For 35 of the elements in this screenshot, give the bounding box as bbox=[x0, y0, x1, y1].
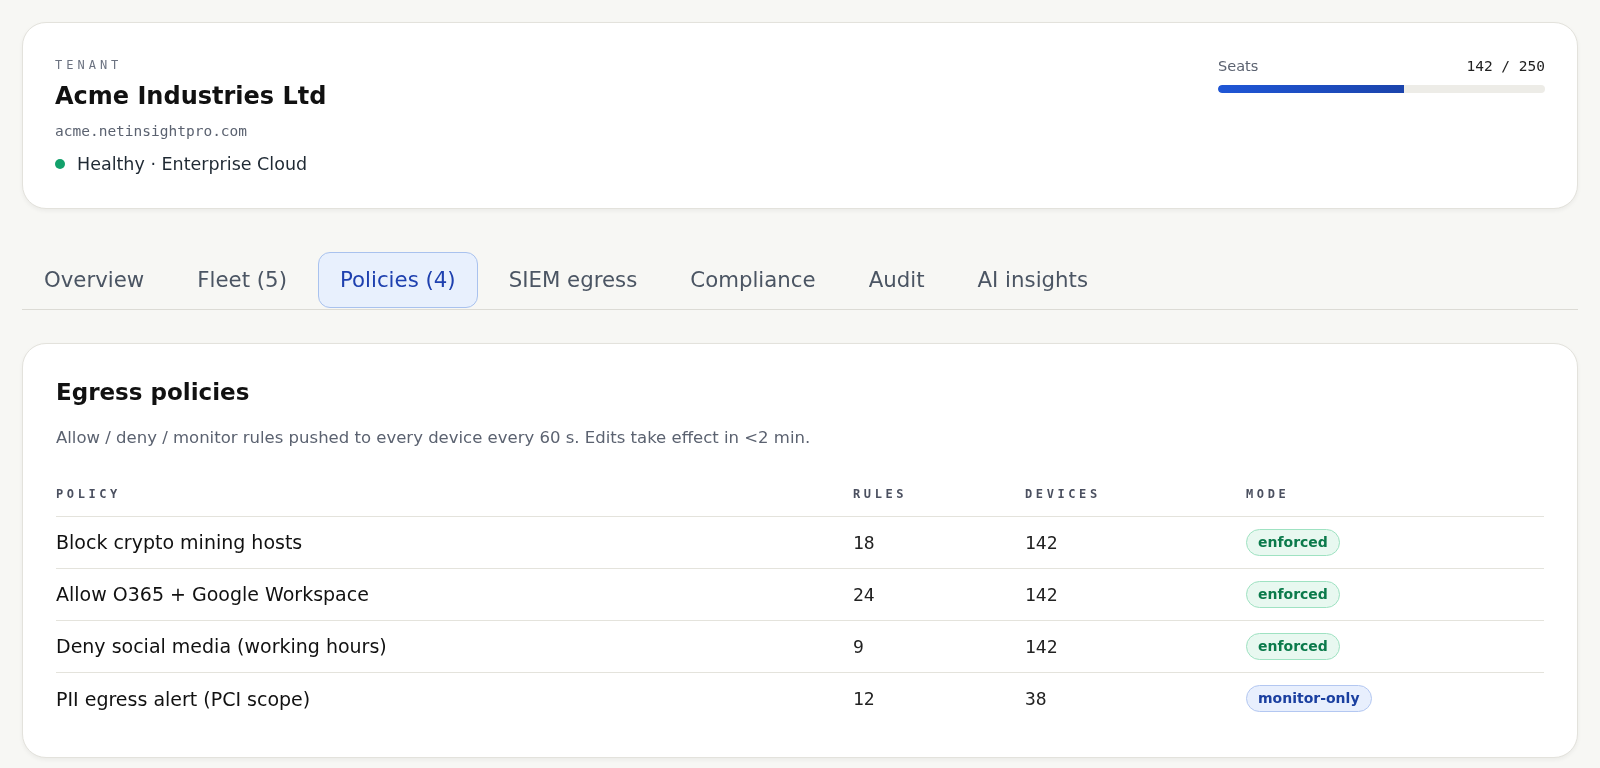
device-count: 142 bbox=[1025, 568, 1246, 621]
seats-count: 142 / 250 bbox=[1466, 57, 1545, 75]
device-count: 38 bbox=[1025, 672, 1246, 725]
column-header: MODE bbox=[1246, 486, 1544, 517]
policy-name: Deny social media (working hours) bbox=[56, 620, 853, 673]
rule-count: 9 bbox=[853, 620, 1025, 673]
tenant-name: Acme Industries Ltd bbox=[55, 81, 327, 111]
status-text: Healthy · Enterprise Cloud bbox=[77, 153, 308, 176]
section-title: Egress policies bbox=[56, 378, 251, 406]
tab[interactable]: AI insights bbox=[955, 252, 1110, 308]
mode-tag: enforced bbox=[1246, 633, 1340, 660]
policy-name: Block crypto mining hosts bbox=[56, 516, 853, 569]
tab[interactable]: Overview bbox=[22, 252, 167, 308]
tab[interactable]: Fleet (5) bbox=[175, 252, 309, 308]
tab[interactable]: Audit bbox=[846, 252, 947, 308]
tab[interactable]: SIEM egress bbox=[486, 252, 660, 308]
policy-name: Allow O365 + Google Workspace bbox=[56, 568, 853, 621]
section-description: Allow / deny / monitor rules pushed to every device every 60 s. Edits take effect in <2 min. bbox=[56, 427, 812, 449]
device-count: 142 bbox=[1025, 516, 1246, 569]
tab[interactable]: Compliance bbox=[668, 252, 838, 308]
rule-count: 24 bbox=[853, 568, 1025, 621]
column-header: DEVICES bbox=[1025, 486, 1246, 517]
column-header: RULES bbox=[853, 486, 1025, 517]
mode-tag: enforced bbox=[1246, 581, 1340, 608]
mode-tag: enforced bbox=[1246, 529, 1340, 556]
device-count: 142 bbox=[1025, 620, 1246, 673]
tab[interactable]: Policies (4) bbox=[317, 252, 478, 308]
policy-name: PII egress alert (PCI scope) bbox=[56, 672, 853, 725]
seats-label: Seats bbox=[1218, 57, 1259, 75]
tenant-domain: acme.netinsightpro.com bbox=[55, 122, 249, 141]
column-header: POLICY bbox=[56, 486, 853, 517]
rule-count: 12 bbox=[853, 672, 1025, 725]
rule-count: 18 bbox=[853, 516, 1025, 569]
tenant-label: TENANT bbox=[55, 58, 124, 72]
mode-tag: monitor-only bbox=[1246, 685, 1372, 713]
